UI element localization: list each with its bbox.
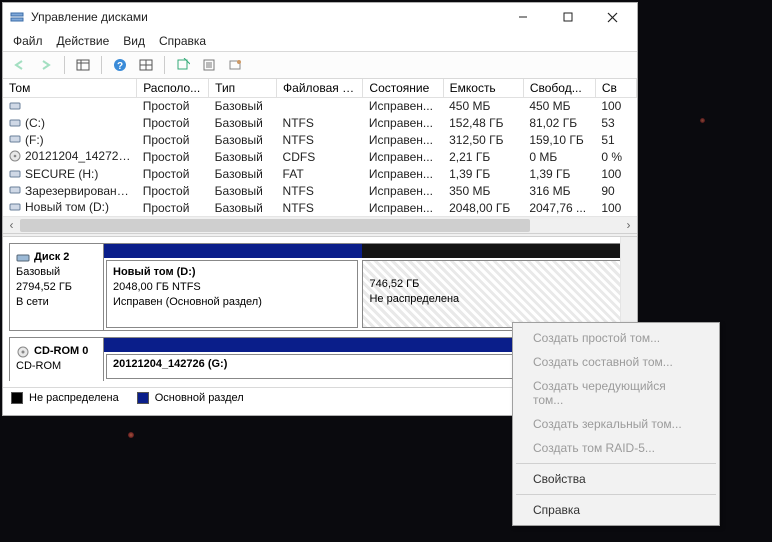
window-title: Управление дисками bbox=[31, 10, 500, 24]
volumes-table[interactable]: ТомРасполо...ТипФайловая с...СостояниеЕм… bbox=[3, 79, 637, 233]
volume-row[interactable]: Зарезервировано...ПростойБазовыйNTFSИспр… bbox=[3, 183, 637, 200]
volume-icon bbox=[9, 100, 23, 114]
legend-primary-label: Основной раздел bbox=[155, 392, 244, 404]
cm-create-volume: Создать составной том... bbox=[515, 350, 717, 374]
titlebar[interactable]: Управление дисками bbox=[3, 3, 637, 31]
disk-title: Диск 2 bbox=[34, 250, 69, 265]
help-button[interactable]: ? bbox=[109, 55, 131, 75]
volume-icon bbox=[9, 133, 23, 147]
cdrom-type: CD-ROM bbox=[16, 359, 97, 374]
partition-new-volume-d[interactable]: Новый том (D:) 2048,00 ГБ NTFS Исправен … bbox=[106, 260, 358, 328]
minimize-button[interactable] bbox=[500, 3, 545, 31]
volume-row[interactable]: (C:)ПростойБазовыйNTFSИсправен...152,48 … bbox=[3, 115, 637, 132]
volume-icon bbox=[9, 117, 23, 131]
properties-button[interactable] bbox=[224, 55, 246, 75]
maximize-button[interactable] bbox=[545, 3, 590, 31]
volume-row[interactable]: Новый том (D:)ПростойБазовыйNTFSИсправен… bbox=[3, 199, 637, 216]
menu-action[interactable]: Действие bbox=[57, 34, 110, 48]
cdrom-title: CD-ROM 0 bbox=[34, 344, 88, 359]
forward-button[interactable] bbox=[35, 55, 57, 75]
col-header[interactable]: Свобод... bbox=[523, 79, 595, 98]
settings-button[interactable] bbox=[198, 55, 220, 75]
close-button[interactable] bbox=[590, 3, 635, 31]
disk-type: Базовый bbox=[16, 265, 97, 280]
cd-icon bbox=[9, 150, 23, 165]
col-header[interactable]: Располо... bbox=[137, 79, 209, 98]
menu-help[interactable]: Справка bbox=[159, 34, 206, 48]
col-header[interactable]: Тип bbox=[209, 79, 277, 98]
scroll-thumb[interactable] bbox=[20, 219, 530, 232]
legend-unalloc-label: Не распределена bbox=[29, 392, 119, 404]
refresh-button[interactable] bbox=[135, 55, 157, 75]
view-table-button[interactable] bbox=[72, 55, 94, 75]
partition-unallocated[interactable]: 746,52 ГБ Не распределена bbox=[362, 260, 628, 328]
volume-row[interactable]: (F:)ПростойБазовыйNTFSИсправен...312,50 … bbox=[3, 132, 637, 149]
col-header[interactable]: Состояние bbox=[363, 79, 443, 98]
app-icon bbox=[9, 9, 25, 25]
disk-2-label[interactable]: Диск 2 Базовый 2794,52 ГБ В сети bbox=[10, 244, 104, 330]
volume-icon bbox=[9, 184, 23, 198]
cm-help[interactable]: Справка bbox=[515, 498, 717, 522]
cm-properties[interactable]: Свойства bbox=[515, 467, 717, 491]
volume-row[interactable]: SECURE (H:)ПростойБазовыйFATИсправен...1… bbox=[3, 166, 637, 183]
volume-icon bbox=[9, 201, 23, 215]
col-header[interactable]: Файловая с... bbox=[277, 79, 363, 98]
disk-status: В сети bbox=[16, 295, 97, 310]
rescan-button[interactable] bbox=[172, 55, 194, 75]
context-menu: Создать простой том...Создать составной … bbox=[512, 322, 720, 526]
svg-text:?: ? bbox=[117, 61, 123, 72]
disk-size: 2794,52 ГБ bbox=[16, 280, 97, 295]
cdrom-label[interactable]: CD-ROM 0 CD-ROM bbox=[10, 338, 104, 381]
menubar: Файл Действие Вид Справка bbox=[3, 31, 637, 52]
volume-row[interactable]: ПростойБазовыйИсправен...450 МБ450 МБ100 bbox=[3, 98, 637, 115]
cm-create-volume: Создать зеркальный том... bbox=[515, 412, 717, 436]
toolbar: ? bbox=[3, 52, 637, 79]
legend-swatch-primary bbox=[137, 392, 149, 404]
scroll-left-arrow[interactable]: ‹ bbox=[3, 217, 20, 234]
volume-row[interactable]: 20121204_142726 (...ПростойБазовыйCDFSИс… bbox=[3, 148, 637, 165]
disk-2-row: Диск 2 Базовый 2794,52 ГБ В сети Новый т… bbox=[9, 243, 631, 331]
back-button[interactable] bbox=[9, 55, 31, 75]
cm-create-volume: Создать том RAID-5... bbox=[515, 436, 717, 460]
col-header[interactable]: Емкость bbox=[443, 79, 523, 98]
horizontal-scrollbar[interactable]: ‹ › bbox=[3, 216, 637, 233]
menu-file[interactable]: Файл bbox=[13, 34, 43, 48]
cm-create-volume: Создать чередующийся том... bbox=[515, 374, 717, 412]
col-header[interactable]: Том bbox=[3, 79, 137, 98]
volume-icon bbox=[9, 168, 23, 182]
cm-create-volume: Создать простой том... bbox=[515, 326, 717, 350]
menu-view[interactable]: Вид bbox=[123, 34, 145, 48]
scroll-right-arrow[interactable]: › bbox=[620, 217, 637, 234]
legend-swatch-unalloc bbox=[11, 392, 23, 404]
col-header[interactable]: Св bbox=[595, 79, 636, 98]
